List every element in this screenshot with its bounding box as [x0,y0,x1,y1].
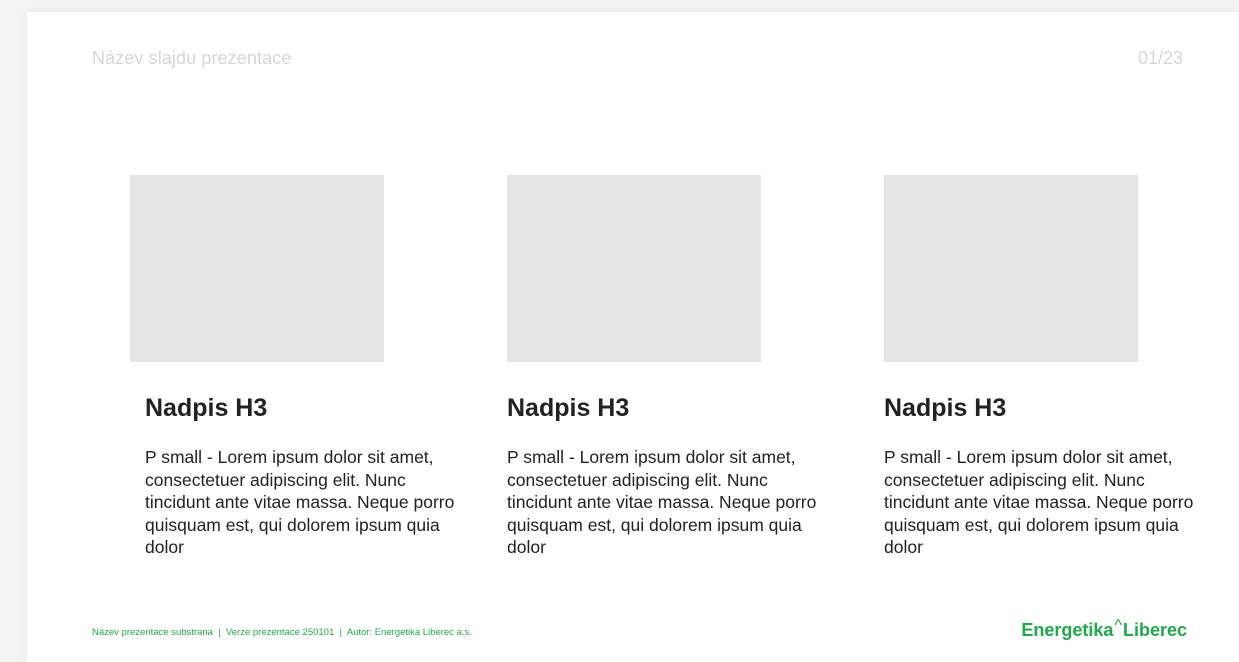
slide-title: Název slajdu prezentace [92,48,292,68]
company-logo: Energetika ^ Liberec [1021,617,1187,641]
footer-info-text: Název prezentace substrana | Verze preze… [92,627,472,638]
card-image-placeholder [130,175,384,362]
presentation-slide: Název slajdu prezentace 01/23 Nadpis H3 … [27,12,1239,662]
card-text: P small - Lorem ipsum dolor sit amet, co… [884,447,1194,557]
card-image-placeholder [507,175,761,362]
slide-page-number: 01/23 [1137,48,1183,68]
card-text: P small - Lorem ipsum dolor sit amet, co… [145,447,455,557]
footer-info: Název prezentace substrana | Verze preze… [92,627,472,638]
card-text: P small - Lorem ipsum dolor sit amet, co… [507,447,817,557]
card-heading: Nadpis H3 [507,394,630,422]
logo-caret-mark: ^ [1114,617,1122,634]
card-heading: Nadpis H3 [884,394,1007,422]
logo-text-energetika: Energetika [1021,620,1114,640]
card-image-placeholder [884,175,1138,362]
logo-text-liberec: Liberec [1122,620,1187,640]
card-heading: Nadpis H3 [145,394,268,422]
